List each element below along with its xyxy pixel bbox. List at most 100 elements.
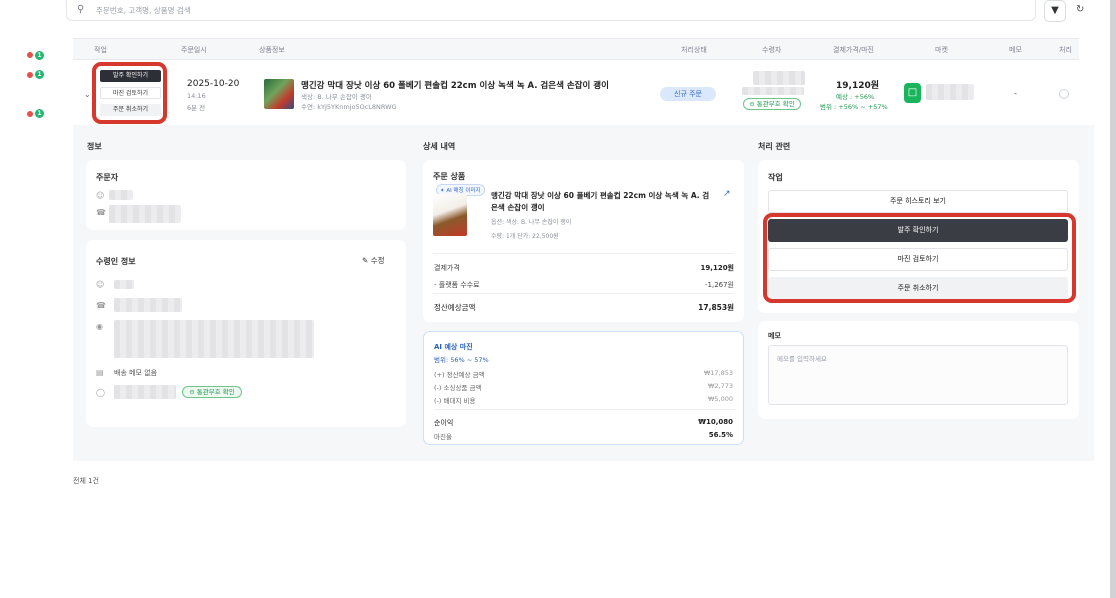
col-header-market: 마켓 — [935, 46, 948, 54]
expected-margin-value: 예상 : +56% — [836, 93, 875, 101]
order-product-card: 주문 상품 ✦ AI 매칭 이미지 맹긴강 막대 장낫 이상 60 폴베기 편솔… — [423, 160, 744, 322]
external-link-icon[interactable]: ↗ — [723, 189, 731, 199]
detail-product-image — [433, 194, 467, 236]
refresh-button[interactable]: ↻ — [1076, 4, 1084, 15]
customs-check-label: 통관부호 확인 — [756, 100, 795, 108]
status-badge: 신규 주문 — [660, 87, 716, 101]
customs-number-redacted — [114, 385, 176, 399]
orderer-name-redacted — [109, 190, 133, 200]
customs-check-badge: ⊝ 통관부호 확인 — [182, 386, 242, 398]
product-code: 수연: kYJ5YKnmjo5OcL8NRWG — [301, 103, 397, 111]
platform-fee-value: -1,267원 — [704, 281, 734, 289]
orderer-card: 주문자 ☺ ☎ — [86, 160, 406, 230]
process-section-title: 처리 관련 — [758, 142, 791, 151]
order-product-title: 주문 상품 — [433, 172, 466, 181]
customs-check-label: 통관부호 확인 — [196, 388, 235, 396]
confirm-order-button[interactable]: 발주 확인하기 — [100, 70, 161, 82]
payment-price-value: 19,120원 — [700, 264, 734, 272]
ai-margin-card: AI 예상 마진 범위: 56% ~ 57% (+) 정산예상 금액 ₩17,8… — [423, 331, 744, 445]
receiver-address-redacted — [114, 320, 314, 358]
receiver-phone-redacted — [114, 298, 182, 312]
check-circle-icon: ⊝ — [749, 100, 755, 108]
ai-row-value: ₩17,853 — [703, 369, 733, 377]
person-icon: ☺ — [96, 191, 105, 200]
product-option: 색상: B. 나무 손잡이 괭이 — [301, 93, 372, 101]
expand-chevron-icon[interactable]: ⌄ — [84, 90, 91, 99]
ai-row-value: ₩5,000 — [707, 395, 733, 403]
detail-qty-price: 수량: 1개 단가: 22,500원 — [491, 233, 559, 240]
location-pin-icon: ◉ — [96, 322, 103, 331]
market-logo-icon: □ — [904, 83, 921, 103]
divider — [434, 409, 735, 410]
settlement-label: 정산예상금액 — [434, 303, 476, 312]
search-input[interactable]: 주문번호, 고객명, 상품명 검색 — [96, 5, 191, 16]
customs-check-badge: ⊝ 통관부호 확인 — [743, 98, 801, 110]
detail-product-option: 옵션: 색상: B. 나무 손잡이 괭이 — [491, 219, 572, 226]
receiver-name-redacted — [753, 71, 805, 85]
search-bar[interactable]: ⚲ 주문번호, 고객명, 상품명 검색 — [66, 0, 1036, 21]
highlight-box — [763, 213, 1076, 303]
receiver-phone-redacted — [742, 87, 804, 95]
phone-icon: ☎ — [96, 301, 106, 310]
nav-count-badge: 1 — [35, 70, 44, 79]
order-price: 19,120원 — [836, 81, 880, 91]
ai-margin-range: 범위: 56% ~ 57% — [434, 356, 489, 364]
settlement-value: 17,853원 — [698, 303, 734, 312]
memo-card: 메모 메모를 입력하세요 — [758, 321, 1079, 419]
detail-section-title: 상세 내역 — [423, 142, 456, 151]
order-date: 2025-10-20 — [187, 79, 240, 89]
receiver-title: 수령인 정보 — [96, 257, 136, 266]
order-ago: 6분 전 — [187, 104, 206, 112]
margin-range-value: 범위 : +56% ~ +57% — [820, 103, 888, 111]
ai-row-label: (-) 소싱상품 금액 — [434, 384, 482, 392]
receiver-name-redacted — [114, 280, 134, 289]
window-edge — [1110, 0, 1116, 598]
product-name[interactable]: 맹긴강 막대 장낫 이상 60 폴베기 편솔컵 22cm 이상 녹색 녹 A. … — [301, 79, 609, 91]
nav-alert-dot — [27, 111, 33, 117]
orderer-title: 주문자 — [96, 173, 119, 182]
orderer-phone-redacted — [109, 205, 181, 223]
detail-product-name-l2: 은색 손잡이 괭이 — [491, 203, 545, 212]
divider — [433, 293, 734, 294]
memo-title: 메모 — [768, 332, 781, 340]
detail-product-name-l1: 맹긴강 막대 장낫 이상 60 폴베기 편솔컵 22cm 이상 녹색 녹 A. … — [491, 191, 710, 200]
table-header: 작업 주문일시 상품정보 처리상태 수령자 결제가격/마진 마켓 메모 처리 — [73, 38, 1079, 60]
nav-count-badge: 1 — [35, 51, 44, 60]
ai-row-value: ₩2,773 — [707, 382, 733, 390]
margin-range: 범위 : +56% ~ +57% — [820, 101, 888, 111]
order-memo: - — [1014, 89, 1017, 98]
nav-alert-dot — [27, 72, 33, 78]
total-count: 전체 1건 — [73, 477, 99, 485]
order-detail-panel: 정보 주문자 ☺ ☎ 수령인 정보 ✎ 수정 ☺ ☎ ◉ ▤ 배송 메모 없음 … — [73, 125, 1094, 461]
nav-alert-dot — [27, 52, 33, 58]
profit-value: ₩10,080 — [698, 418, 733, 426]
col-header-date: 주문일시 — [181, 46, 207, 54]
margin-rate-label: 마진율 — [434, 433, 452, 441]
process-radio[interactable] — [1059, 89, 1069, 99]
memo-placeholder: 메모를 입력하세요 — [777, 355, 827, 363]
person-icon: ☺ — [96, 280, 105, 289]
info-section-title: 정보 — [87, 142, 102, 151]
ai-row-label: (+) 정산예상 금액 — [434, 371, 485, 379]
col-header-memo: 메모 — [1009, 46, 1022, 54]
filter-button[interactable]: ▼ — [1044, 0, 1066, 22]
margin-rate-value: 56.5% — [708, 431, 733, 439]
memo-icon: ▤ — [96, 368, 104, 377]
edit-receiver-button[interactable]: ✎ 수정 — [362, 255, 385, 266]
delivery-memo: 배송 메모 없음 — [114, 369, 158, 377]
search-icon: ⚲ — [77, 4, 85, 15]
order-time: 14:16 — [187, 92, 206, 100]
check-circle-icon: ⊝ — [189, 388, 195, 396]
nav-count-badge: 1 — [35, 109, 44, 118]
review-margin-button[interactable]: 마진 검토하기 — [100, 87, 161, 99]
order-history-button[interactable]: 주문 히스토리 보기 — [768, 190, 1068, 213]
ai-margin-title: AI 예상 마진 — [434, 343, 473, 351]
col-header-process: 처리 — [1059, 46, 1072, 54]
shield-icon: ◯ — [96, 388, 105, 397]
market-name-redacted — [926, 84, 974, 100]
col-header-action: 작업 — [94, 46, 107, 54]
ai-row-label: (-) 배대지 비용 — [434, 397, 476, 405]
edit-receiver-label: 수정 — [370, 256, 385, 265]
memo-input[interactable]: 메모를 입력하세요 — [768, 345, 1068, 405]
cancel-order-button[interactable]: 주문 취소하기 — [100, 104, 161, 116]
